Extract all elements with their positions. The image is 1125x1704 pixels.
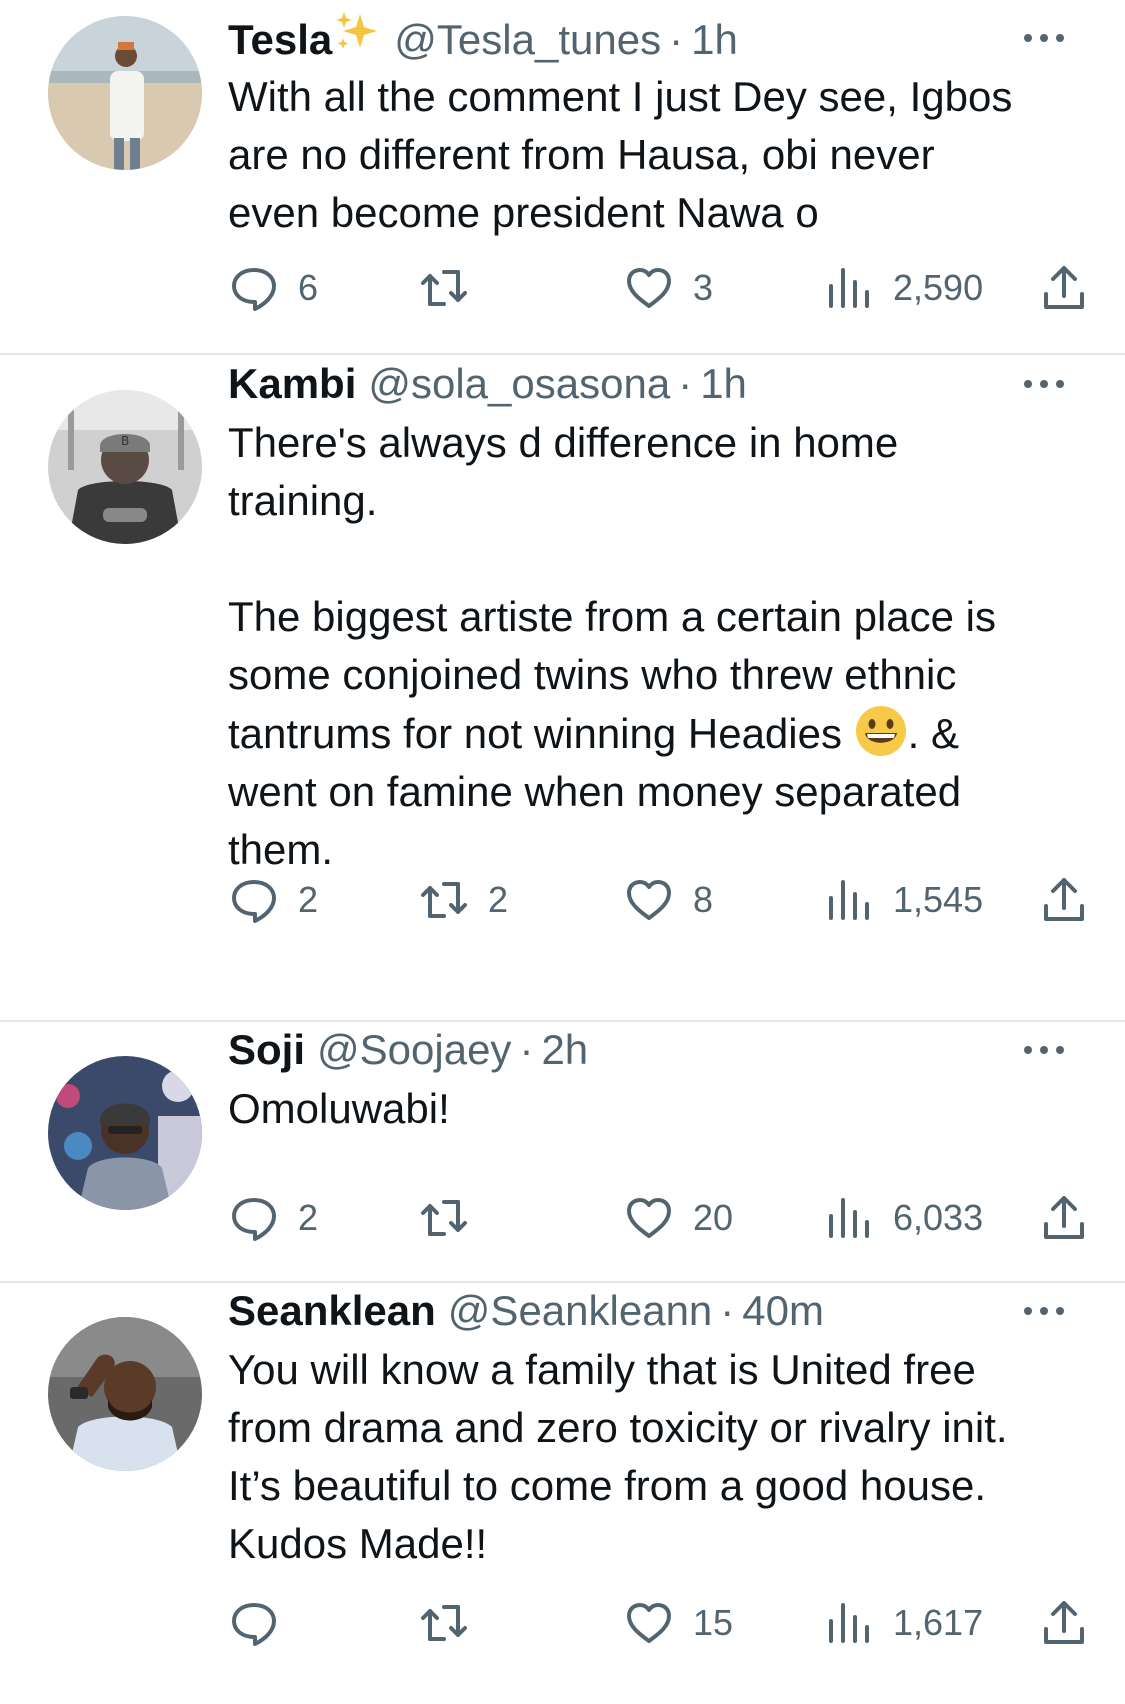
like-button[interactable]: 20: [623, 1188, 733, 1248]
tweet-text: You will know a family that is United fr…: [228, 1346, 1020, 1567]
display-name[interactable]: Tesla: [228, 12, 332, 68]
reply-button[interactable]: [228, 1593, 298, 1653]
tweet-text: With all the comment I just Dey see, Igb…: [228, 73, 1024, 236]
reply-button[interactable]: 2: [228, 870, 318, 930]
retweet-icon: [421, 1605, 467, 1641]
share-button[interactable]: [1038, 1593, 1090, 1653]
reply-count: 2: [298, 1197, 319, 1238]
divider: [0, 353, 1125, 355]
display-name[interactable]: Kambi: [228, 356, 356, 412]
retweet-count: 2: [488, 879, 509, 920]
tweet-text: There's always d difference in home trai…: [228, 414, 1058, 879]
views-bar-chart-icon: [829, 880, 869, 920]
view-count: 1,617: [893, 1602, 984, 1643]
reply-count: 2: [298, 879, 319, 920]
share-upload-icon: [1044, 1601, 1084, 1644]
display-name[interactable]: Seanklean: [228, 1283, 436, 1339]
avatar[interactable]: [48, 16, 202, 170]
share-upload-icon: [1044, 878, 1084, 921]
views-button[interactable]: 1,545: [823, 870, 983, 930]
separator-dot: ·: [678, 360, 693, 407]
share-button[interactable]: [1038, 1188, 1090, 1248]
share-upload-icon: [1044, 266, 1084, 309]
views-bar-chart-icon: [829, 1198, 869, 1238]
tweet-header: Soji @Soojaey · 2h: [228, 1022, 1068, 1078]
view-count: 2,590: [893, 267, 984, 308]
reply-bubble-icon: [232, 1603, 276, 1646]
tweet[interactable]: Tesla @Tesla_tunes · 1h With all the com…: [0, 0, 1125, 352]
tweet[interactable]: Seanklean @Seankleann · 40m You will kno…: [0, 1283, 1125, 1704]
share-button[interactable]: [1038, 870, 1090, 930]
user-handle[interactable]: @sola_osasona: [368, 356, 670, 412]
svg-text:B: B: [121, 434, 129, 448]
reply-bubble-icon: [232, 880, 276, 923]
tweet-text: Omoluwabi!: [228, 1085, 450, 1132]
separator-dot: ·: [720, 1287, 735, 1334]
views-bar-chart-icon: [829, 268, 869, 308]
views-button[interactable]: 1,617: [823, 1593, 983, 1653]
views-button[interactable]: 6,033: [823, 1188, 983, 1248]
avatar[interactable]: [48, 1056, 202, 1210]
like-button[interactable]: 3: [623, 258, 713, 318]
heart-icon: [627, 1603, 671, 1643]
display-name[interactable]: Soji: [228, 1022, 305, 1078]
grinning-face-emoji: [854, 704, 908, 758]
retweet-button[interactable]: 2: [418, 870, 508, 930]
reply-button[interactable]: 6: [228, 258, 318, 318]
tweet-actions: 2 2 8 1,545: [228, 870, 1108, 930]
tweet-header: Kambi @sola_osasona · 1h: [228, 356, 1068, 412]
like-button[interactable]: 15: [623, 1593, 733, 1653]
reply-count: 6: [298, 267, 319, 308]
tweet-actions: 6 3 2,590: [228, 258, 1108, 318]
retweet-icon: [421, 270, 467, 306]
like-count: 20: [693, 1197, 734, 1238]
tweet-header: Seanklean @Seankleann · 40m: [228, 1283, 1068, 1339]
retweet-button[interactable]: [418, 1593, 488, 1653]
tweet-actions: 2 20 6,033: [228, 1188, 1108, 1248]
retweet-icon: [421, 1200, 467, 1236]
like-button[interactable]: 8: [623, 870, 713, 930]
like-count: 8: [693, 879, 714, 920]
views-bar-chart-icon: [829, 1603, 869, 1643]
timestamp[interactable]: 1h: [700, 356, 747, 412]
timestamp[interactable]: 40m: [742, 1283, 824, 1339]
retweet-button[interactable]: [418, 1188, 488, 1248]
view-count: 6,033: [893, 1197, 984, 1238]
user-handle[interactable]: @Tesla_tunes: [394, 12, 661, 68]
reply-bubble-icon: [232, 268, 276, 311]
like-count: 15: [693, 1602, 734, 1643]
tweet[interactable]: Soji @Soojaey · 2h Omoluwabi! 2 20 6,033: [0, 1022, 1125, 1282]
tweet[interactable]: B Kambi @sola_osasona · 1h There's alway…: [0, 356, 1125, 1020]
retweet-icon: [421, 882, 467, 918]
avatar[interactable]: [48, 1317, 202, 1471]
heart-icon: [627, 880, 671, 920]
more-dots-icon[interactable]: [1020, 22, 1068, 54]
share-button[interactable]: [1038, 258, 1090, 318]
user-handle[interactable]: @Seankleann: [448, 1283, 713, 1339]
reply-bubble-icon: [232, 1198, 276, 1241]
avatar[interactable]: B: [48, 390, 202, 544]
sparkles-icon: [334, 10, 382, 54]
separator-dot: ·: [669, 16, 684, 63]
user-handle[interactable]: @Soojaey: [317, 1022, 511, 1078]
timestamp[interactable]: 1h: [691, 12, 738, 68]
timestamp[interactable]: 2h: [541, 1022, 588, 1078]
share-upload-icon: [1044, 1196, 1084, 1239]
heart-icon: [627, 1198, 671, 1238]
tweet-header: Tesla @Tesla_tunes · 1h: [228, 10, 1068, 66]
reply-button[interactable]: 2: [228, 1188, 318, 1248]
more-dots-icon[interactable]: [1020, 1034, 1068, 1066]
more-dots-icon[interactable]: [1020, 368, 1068, 400]
tweet-actions: 15 1,617: [228, 1593, 1108, 1653]
views-button[interactable]: 2,590: [823, 258, 983, 318]
like-count: 3: [693, 267, 714, 308]
view-count: 1,545: [893, 879, 984, 920]
heart-icon: [627, 268, 671, 308]
more-dots-icon[interactable]: [1020, 1295, 1068, 1327]
separator-dot: ·: [519, 1026, 534, 1073]
retweet-button[interactable]: [418, 258, 488, 318]
